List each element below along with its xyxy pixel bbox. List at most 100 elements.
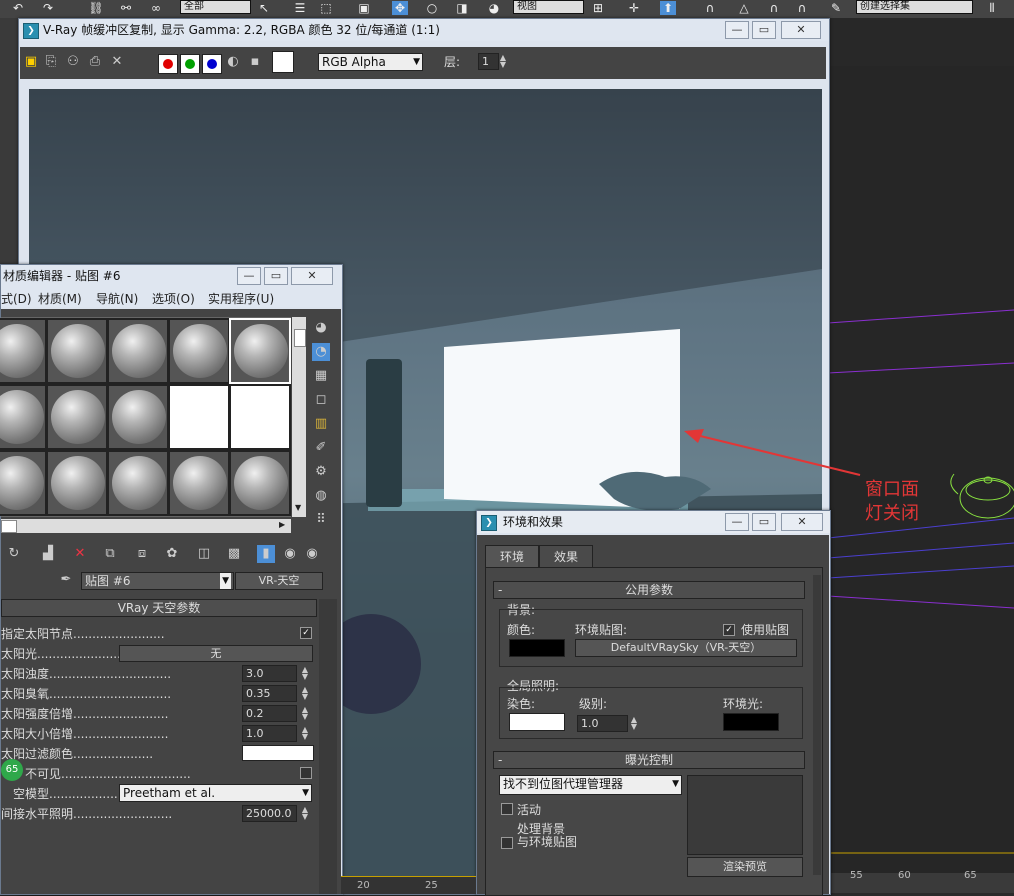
spinner-arrows-icon[interactable]: ▲ ▼	[300, 726, 310, 741]
background-color-swatch[interactable]	[509, 639, 565, 657]
invisible-checkbox[interactable]	[300, 767, 312, 779]
tab-environment[interactable]: 环境	[485, 545, 539, 568]
go-forward-sibling-icon[interactable]: ◉	[281, 545, 299, 563]
backlight-icon[interactable]: ◔	[312, 343, 330, 361]
map-name-field[interactable]: 贴图 #6 ▼	[81, 572, 234, 590]
common-params-header[interactable]: - 公用参数	[493, 581, 805, 599]
rect-select-icon[interactable]: ⬚	[318, 1, 334, 15]
named-selection-input[interactable]: 创建选择集	[856, 0, 973, 14]
percent-snap-icon[interactable]: △	[736, 1, 752, 15]
close-button[interactable]: ✕	[781, 21, 821, 39]
spinner-arrows-icon[interactable]: ▲ ▼	[498, 54, 508, 69]
clear-icon[interactable]: ✕	[108, 53, 126, 71]
sample-slot[interactable]	[107, 384, 169, 450]
angle-snap-icon[interactable]: ∩	[702, 1, 718, 15]
sample-type-icon[interactable]: ◕	[312, 319, 330, 337]
slots-vertical-scrollbar[interactable]: ▼	[292, 317, 306, 517]
spinner-arrows-icon[interactable]: ▲ ▼	[629, 716, 639, 731]
sample-slot[interactable]	[229, 318, 291, 384]
minimize-button[interactable]: —	[725, 513, 749, 531]
sun-node-checkbox[interactable]: ✓	[300, 627, 312, 639]
abc-icon[interactable]: ✎	[828, 1, 844, 15]
vray-sky-rollout-header[interactable]: VRay 天空参数	[1, 599, 317, 617]
ozone-spinner[interactable]: 0.35	[242, 685, 297, 702]
minimize-button[interactable]: —	[237, 267, 261, 285]
view-dropdown[interactable]: 视图	[513, 0, 584, 14]
spinner-snap-icon[interactable]: ∩	[766, 1, 782, 15]
manipulate-icon[interactable]: ✛	[626, 1, 642, 15]
sample-slot[interactable]	[229, 450, 291, 516]
env-scrollbar[interactable]	[813, 575, 821, 875]
undo-icon[interactable]: ↶	[10, 1, 26, 15]
copy-icon[interactable]: ⎘	[42, 53, 60, 71]
active-checkbox[interactable]	[501, 803, 513, 815]
alpha-icon[interactable]: ◐	[224, 53, 242, 71]
rollout-scrollbar[interactable]	[319, 599, 337, 894]
uv-tiling-icon[interactable]: ◻	[312, 391, 330, 409]
menu-navigation[interactable]: 导航(N)	[96, 290, 138, 307]
mirror-icon[interactable]: ⫴	[984, 1, 1000, 15]
level-spinner[interactable]: 1.0	[577, 715, 628, 732]
spinner-arrows-icon[interactable]: ▲ ▼	[300, 666, 310, 681]
save-image-icon[interactable]: ▣	[22, 53, 40, 71]
scale-icon[interactable]: ◨	[454, 1, 470, 15]
scroll-down-icon[interactable]: ▼	[295, 503, 301, 512]
menu-material[interactable]: 材质(M)	[38, 290, 82, 307]
layer-spinner[interactable]: 1	[478, 53, 499, 70]
sample-slot[interactable]	[46, 318, 108, 384]
select-icon[interactable]: ↖	[256, 1, 272, 15]
use-map-checkbox[interactable]: ✓	[723, 624, 735, 636]
sample-slot[interactable]	[0, 450, 47, 516]
select-name-icon[interactable]: ☰	[292, 1, 308, 15]
intensity-spinner[interactable]: 0.2	[242, 705, 297, 722]
material-navigator-icon[interactable]: ⠿	[312, 511, 330, 529]
background-icon[interactable]: ▦	[312, 367, 330, 385]
menu-utilities[interactable]: 实用程序(U)	[208, 290, 274, 307]
render-preview-button[interactable]: 渲染预览	[687, 857, 803, 877]
make-unique-icon[interactable]: ⧉	[101, 545, 119, 563]
rotate-icon[interactable]: ○	[424, 1, 440, 15]
process-bg-checkbox[interactable]	[501, 837, 513, 849]
channel-dropdown[interactable]: RGB Alpha ▼	[318, 53, 423, 71]
go-to-parent-icon[interactable]: ▮	[257, 545, 275, 563]
sample-slot[interactable]	[0, 384, 47, 450]
tab-effects[interactable]: 效果	[539, 545, 593, 568]
map-type-button[interactable]: VR-天空	[235, 572, 323, 590]
env-map-button[interactable]: DefaultVRaySky（VR-天空）	[575, 639, 797, 657]
ambient-color-swatch[interactable]	[723, 713, 779, 731]
spinner-arrows-icon[interactable]: ▲ ▼	[300, 806, 310, 821]
put-to-library-icon[interactable]: ⧈	[133, 545, 151, 563]
close-button[interactable]: ✕	[291, 267, 333, 285]
filter-color-swatch[interactable]	[242, 745, 314, 761]
scroll-thumb[interactable]	[1, 520, 17, 533]
redo-icon[interactable]: ↷	[40, 1, 56, 15]
slots-horizontal-scrollbar[interactable]: ▶	[1, 519, 291, 533]
sample-slot[interactable]	[46, 450, 108, 516]
make-preview-icon[interactable]: ✐	[312, 439, 330, 457]
sun-light-button[interactable]: 无	[119, 645, 313, 662]
pivot-icon[interactable]: ⊞	[590, 1, 606, 15]
ref-coord-icon[interactable]: ◕	[486, 1, 502, 15]
select-by-material-icon[interactable]: ◍	[312, 487, 330, 505]
window-cross-icon[interactable]: ▣	[356, 1, 372, 15]
bind-icon[interactable]: ∞	[148, 1, 164, 15]
pick-material-icon[interactable]: ◉	[303, 545, 321, 563]
material-id-icon[interactable]: ✿	[163, 545, 181, 563]
turbidity-spinner[interactable]: 3.0	[242, 665, 297, 682]
spinner-arrows-icon[interactable]: ▲ ▼	[300, 686, 310, 701]
scroll-right-icon[interactable]: ▶	[279, 520, 285, 529]
spinner-arrows-icon[interactable]: ▲ ▼	[300, 706, 310, 721]
edit-named-icon[interactable]: ∩	[794, 1, 810, 15]
show-end-result-icon[interactable]: ▩	[225, 545, 243, 563]
sample-slot-sky[interactable]	[229, 384, 291, 450]
close-button[interactable]: ✕	[781, 513, 823, 531]
sky-model-dropdown[interactable]: Preetham et al. ▼	[119, 784, 312, 802]
tint-color-swatch[interactable]	[509, 713, 565, 731]
sample-slot[interactable]	[168, 318, 230, 384]
maximize-button[interactable]: ▭	[752, 513, 776, 531]
sample-slot[interactable]	[107, 450, 169, 516]
green-channel-button[interactable]	[180, 54, 200, 74]
video-color-icon[interactable]: ▥	[312, 415, 330, 433]
sample-slot[interactable]	[168, 450, 230, 516]
exposure-dropdown[interactable]: 找不到位图代理管理器 ▼	[499, 775, 682, 795]
